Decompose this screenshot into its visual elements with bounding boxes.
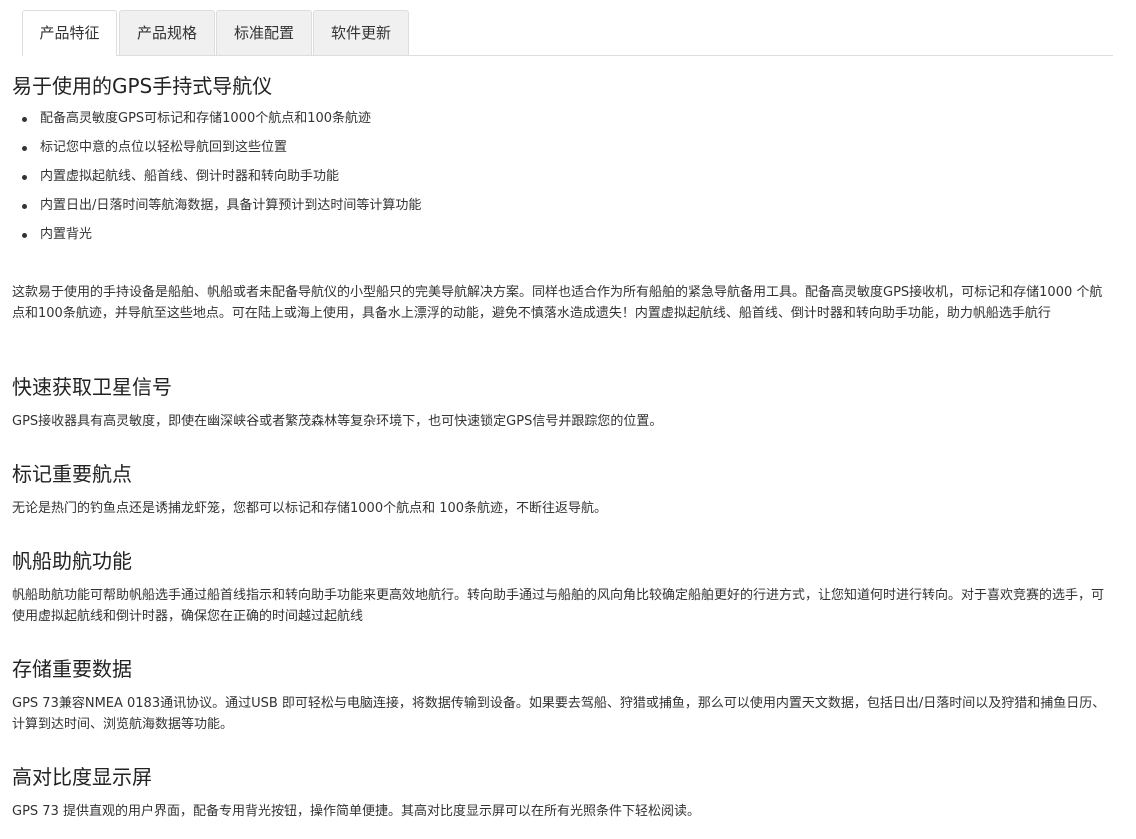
list-item: 配备高灵敏度GPS可标记和存储1000个航点和100条航迹 <box>22 104 1114 133</box>
intro-title: 易于使用的GPS手持式导航仪 <box>12 74 273 98</box>
section-title: 存储重要数据 <box>12 657 132 681</box>
section-waypoints: 标记重要航点 无论是热门的钓鱼点还是诱捕龙虾笼，您都可以标记和存储1000个航点… <box>12 460 1114 519</box>
section-data-storage: 存储重要数据 GPS 73兼容NMEA 0183通讯协议。通过USB 即可轻松与… <box>12 655 1114 735</box>
section-text: GPS接收器具有高灵敏度，即使在幽深峡谷或者繁茂森林等复杂环境下，也可快速锁定G… <box>12 414 663 429</box>
section-text: 帆船助航功能可帮助帆船选手通过船首线指示和转向助手功能来更高效地航行。转向助手通… <box>12 588 1105 624</box>
section-text: 无论是热门的钓鱼点还是诱捕龙虾笼，您都可以标记和存储1000个航点和 100条航… <box>12 501 608 516</box>
tab-software-updates[interactable]: 软件更新 <box>313 10 409 55</box>
section-title: 高对比度显示屏 <box>12 765 152 789</box>
tab-standard-config[interactable]: 标准配置 <box>216 10 312 55</box>
intro-paragraph: 这款易于使用的手持设备是船舶、帆船或者未配备导航仪的小型船只的完美导航解决方案。… <box>12 285 1103 321</box>
tab-product-specs[interactable]: 产品规格 <box>119 10 215 55</box>
list-item: 内置日出/日落时间等航海数据，具备计算预计到达时间等计算功能 <box>22 191 1114 220</box>
section-satellite: 快速获取卫星信号 GPS接收器具有高灵敏度，即使在幽深峡谷或者繁茂森林等复杂环境… <box>12 373 1114 432</box>
feature-list: 配备高灵敏度GPS可标记和存储1000个航点和100条航迹 标记您中意的点位以轻… <box>12 104 1114 249</box>
section-title: 标记重要航点 <box>12 462 132 486</box>
section-title: 快速获取卫星信号 <box>12 375 172 399</box>
list-item: 内置虚拟起航线、船首线、倒计时器和转向助手功能 <box>22 162 1114 191</box>
section-display: 高对比度显示屏 GPS 73 提供直观的用户界面，配备专用背光按钮，操作简单便捷… <box>12 763 1114 822</box>
list-item: 标记您中意的点位以轻松导航回到这些位置 <box>22 133 1114 162</box>
section-title: 帆船助航功能 <box>12 549 132 573</box>
tab-product-features[interactable]: 产品特征 <box>22 10 117 56</box>
section-text: GPS 73兼容NMEA 0183通讯协议。通过USB 即可轻松与电脑连接，将数… <box>12 696 1106 732</box>
list-item: 内置背光 <box>22 220 1114 249</box>
section-sailing-assist: 帆船助航功能 帆船助航功能可帮助帆船选手通过船首线指示和转向助手功能来更高效地航… <box>12 547 1114 627</box>
section-text: GPS 73 提供直观的用户界面，配备专用背光按钮，操作简单便捷。其高对比度显示… <box>12 804 700 819</box>
intro-section: 易于使用的GPS手持式导航仪 配备高灵敏度GPS可标记和存储1000个航点和10… <box>12 72 1114 249</box>
tab-bar: 产品特征 产品规格 标准配置 软件更新 <box>22 10 1113 56</box>
